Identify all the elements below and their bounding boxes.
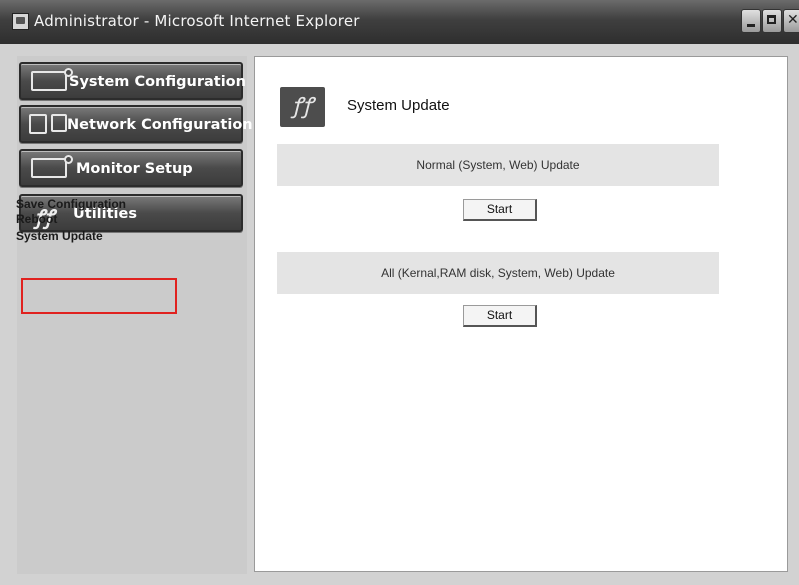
full-update-label: All (Kernal,RAM disk, System, Web) Updat… xyxy=(277,252,719,294)
close-icon[interactable] xyxy=(783,9,799,33)
nav-monitor-setup-button[interactable]: Monitor Setup xyxy=(19,149,243,187)
nav-network-configuration-button[interactable]: Network Configuration xyxy=(19,105,253,143)
main-panel: ꝭꝭ System Update Normal (System, Web) Up… xyxy=(254,56,788,572)
minimize-icon[interactable] xyxy=(741,9,761,33)
nav-label: System Configuration xyxy=(69,74,246,90)
ie-app-icon xyxy=(12,13,29,30)
nav-system-configuration-button[interactable]: System Configuration xyxy=(19,62,246,100)
normal-update-label: Normal (System, Web) Update xyxy=(277,144,719,186)
browser-window: Administrator - Microsoft Internet Explo… xyxy=(0,0,799,585)
nav-label: Monitor Setup xyxy=(76,161,193,177)
maximize-icon[interactable] xyxy=(762,9,782,33)
sidebar: System Configuration Network Configurati… xyxy=(17,56,253,574)
full-update-start-button[interactable]: Start xyxy=(463,305,537,327)
utilities-submenu: Save Configuration Reboot System Update xyxy=(16,195,126,246)
page-title: System Update xyxy=(347,97,450,114)
window-title: Administrator - Microsoft Internet Explo… xyxy=(34,12,360,30)
normal-update-start-button[interactable]: Start xyxy=(463,199,537,221)
tools-wrench-icon: ꝭꝭ xyxy=(280,87,325,127)
network-computers-icon xyxy=(29,114,67,134)
monitor-gear-icon xyxy=(31,68,73,91)
title-bar: Administrator - Microsoft Internet Explo… xyxy=(0,0,799,44)
submenu-system-update[interactable]: System Update xyxy=(16,227,126,246)
highlight-annotation-box xyxy=(21,278,177,314)
nav-label: Network Configuration xyxy=(67,117,253,133)
monitor-gear-icon xyxy=(31,155,73,178)
